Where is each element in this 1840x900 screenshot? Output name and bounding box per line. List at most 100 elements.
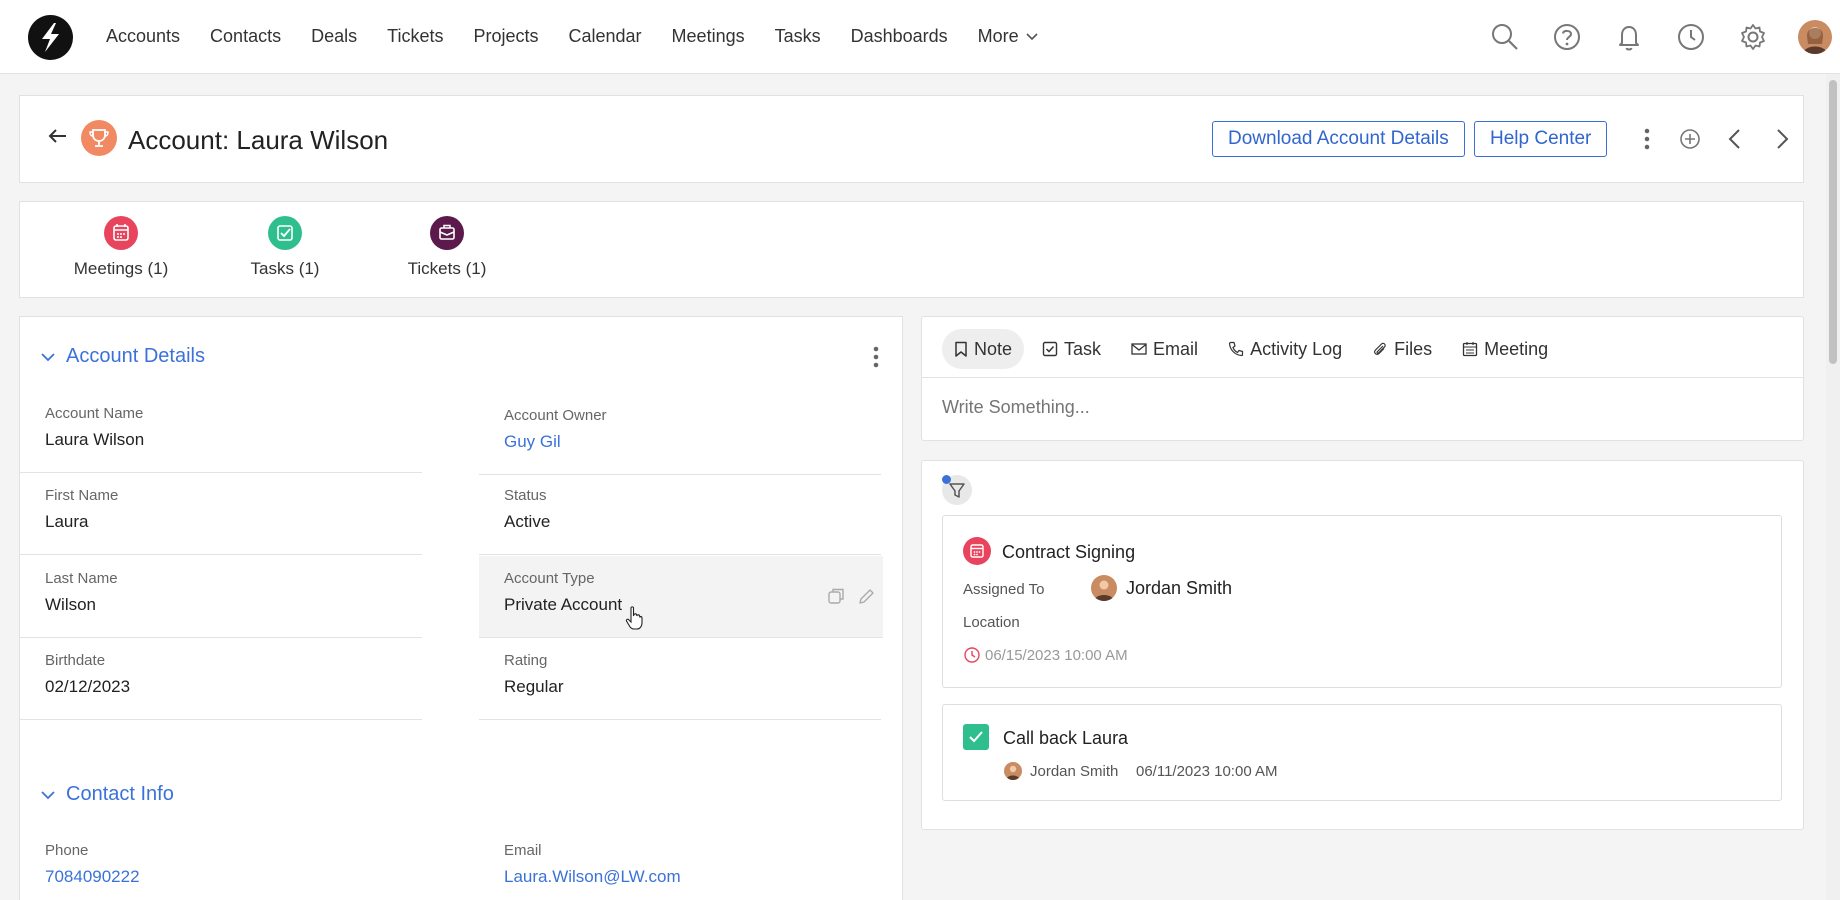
nav-projects[interactable]: Projects bbox=[473, 26, 538, 47]
field-label: Rating bbox=[504, 652, 548, 669]
note-input[interactable] bbox=[942, 397, 1782, 418]
field-value: Wilson bbox=[45, 595, 97, 614]
page-title: Account: Laura Wilson bbox=[128, 125, 389, 155]
bell-icon[interactable] bbox=[1612, 20, 1646, 54]
field-phone[interactable]: Phone 7084090222 bbox=[20, 828, 422, 900]
field-value: Active bbox=[504, 512, 551, 531]
tab-meeting[interactable]: Meeting bbox=[1450, 329, 1560, 369]
clock-icon bbox=[963, 646, 981, 669]
field-rating[interactable]: Rating Regular bbox=[479, 638, 881, 720]
scrollbar-thumb[interactable] bbox=[1829, 80, 1837, 364]
app-logo[interactable] bbox=[28, 15, 73, 60]
search-icon[interactable] bbox=[1488, 20, 1522, 54]
filter-button[interactable] bbox=[942, 475, 972, 505]
ticket-icon bbox=[430, 216, 464, 250]
more-options-icon[interactable] bbox=[1632, 124, 1662, 154]
field-last-name[interactable]: Last Name Wilson bbox=[20, 556, 422, 638]
field-birthdate[interactable]: Birthdate 02/12/2023 bbox=[20, 638, 422, 720]
download-account-details-button[interactable]: Download Account Details bbox=[1212, 121, 1465, 157]
field-label: Status bbox=[504, 487, 547, 504]
tab-label: Email bbox=[1153, 338, 1199, 359]
account-details-title: Account Details bbox=[66, 345, 205, 367]
tab-activity-log[interactable]: Activity Log bbox=[1216, 329, 1354, 369]
field-first-name[interactable]: First Name Laura bbox=[20, 473, 422, 555]
task-checkbox-icon[interactable] bbox=[963, 724, 989, 750]
field-account-owner[interactable]: Account Owner Guy Gil bbox=[479, 393, 881, 475]
calendar-icon bbox=[104, 216, 138, 250]
field-label: Account Type bbox=[504, 570, 595, 587]
field-account-type[interactable]: Account Type Private Account bbox=[479, 556, 883, 638]
chevron-down-icon bbox=[1026, 32, 1038, 40]
nav-more-dropdown[interactable]: More bbox=[978, 26, 1039, 47]
tab-note[interactable]: Note bbox=[942, 329, 1025, 369]
clock-icon[interactable] bbox=[1674, 20, 1708, 54]
meeting-calendar-icon bbox=[963, 537, 991, 570]
edit-pencil-icon[interactable] bbox=[855, 586, 877, 613]
field-label: First Name bbox=[45, 487, 119, 504]
field-label: Account Owner bbox=[504, 407, 607, 424]
nav-dashboards[interactable]: Dashboards bbox=[851, 26, 948, 47]
bookmark-icon bbox=[955, 341, 967, 357]
nav-tickets[interactable]: Tickets bbox=[387, 26, 443, 47]
chevron-down-icon bbox=[41, 790, 55, 799]
location-label: Location bbox=[963, 614, 1020, 631]
task-assignee-avatar bbox=[1004, 762, 1022, 780]
assignee-avatar bbox=[1091, 575, 1117, 601]
related-meetings[interactable]: Meetings (1) bbox=[54, 216, 188, 279]
tab-task[interactable]: Task bbox=[1030, 329, 1113, 369]
related-tasks[interactable]: Tasks (1) bbox=[230, 216, 340, 279]
activity-timeline: Contract Signing Assigned To Jordan Smit… bbox=[921, 460, 1804, 830]
nav-meetings[interactable]: Meetings bbox=[672, 26, 745, 47]
top-navigation: Accounts Contacts Deals Tickets Projects… bbox=[0, 0, 1840, 74]
related-tasks-label: Tasks (1) bbox=[250, 259, 320, 278]
email-link[interactable]: Laura.Wilson@LW.com bbox=[504, 867, 681, 887]
tab-label: Activity Log bbox=[1250, 338, 1343, 359]
meeting-title: Contract Signing bbox=[1002, 542, 1136, 562]
field-status[interactable]: Status Active bbox=[479, 473, 881, 555]
field-value: Private Account bbox=[504, 595, 623, 614]
page-scrollbar[interactable] bbox=[1826, 74, 1840, 900]
account-details-toggle[interactable]: Account Details bbox=[40, 345, 205, 368]
assignee-name[interactable]: Jordan Smith bbox=[1126, 578, 1232, 599]
previous-record-icon[interactable] bbox=[1721, 124, 1751, 154]
help-icon[interactable] bbox=[1550, 20, 1584, 54]
checkbox-icon bbox=[268, 216, 302, 250]
tab-files[interactable]: Files bbox=[1360, 329, 1444, 369]
field-label: Birthdate bbox=[45, 652, 106, 669]
tab-label: Meeting bbox=[1484, 338, 1549, 359]
assigned-to-label: Assigned To bbox=[963, 581, 1045, 598]
pointer-cursor-icon bbox=[625, 606, 643, 635]
tab-label: Note bbox=[974, 338, 1013, 359]
add-circle-icon[interactable] bbox=[1675, 124, 1705, 154]
nav-contacts[interactable]: Contacts bbox=[210, 26, 281, 47]
section-more-icon[interactable] bbox=[866, 342, 886, 377]
gear-icon[interactable] bbox=[1736, 20, 1770, 54]
contact-info-toggle[interactable]: Contact Info bbox=[40, 783, 174, 806]
field-email[interactable]: Email Laura.Wilson@LW.com bbox=[479, 828, 881, 900]
nav-more-label: More bbox=[977, 26, 1019, 46]
help-center-button[interactable]: Help Center bbox=[1474, 121, 1608, 157]
user-avatar[interactable] bbox=[1798, 20, 1832, 54]
nav-accounts[interactable]: Accounts bbox=[106, 26, 180, 47]
account-owner-link[interactable]: Guy Gil bbox=[504, 432, 561, 452]
copy-icon[interactable] bbox=[825, 586, 847, 613]
nav-calendar[interactable]: Calendar bbox=[569, 26, 642, 47]
contact-info-title: Contact Info bbox=[66, 783, 174, 805]
back-arrow-icon[interactable] bbox=[44, 124, 74, 148]
timeline-meeting-item[interactable]: Contract Signing Assigned To Jordan Smit… bbox=[942, 515, 1782, 688]
related-tickets[interactable]: Tickets (1) bbox=[385, 216, 509, 279]
nav-tasks[interactable]: Tasks bbox=[775, 26, 821, 47]
filter-active-dot bbox=[942, 475, 951, 484]
phone-link[interactable]: 7084090222 bbox=[45, 867, 140, 887]
nav-deals[interactable]: Deals bbox=[311, 26, 357, 47]
tab-email[interactable]: Email bbox=[1119, 329, 1210, 369]
timeline-task-item[interactable]: Call back Laura Jordan Smith 06/11/2023 … bbox=[942, 704, 1782, 801]
chevron-down-icon bbox=[41, 352, 55, 361]
field-label: Email bbox=[504, 842, 542, 859]
tab-label: Files bbox=[1394, 338, 1433, 359]
field-value: Laura bbox=[45, 512, 89, 531]
next-record-icon[interactable] bbox=[1766, 124, 1796, 154]
meeting-datetime: 06/15/2023 10:00 AM bbox=[985, 647, 1128, 664]
record-header: Account: Laura Wilson Download Account D… bbox=[19, 95, 1804, 183]
paperclip-icon bbox=[1374, 342, 1386, 355]
